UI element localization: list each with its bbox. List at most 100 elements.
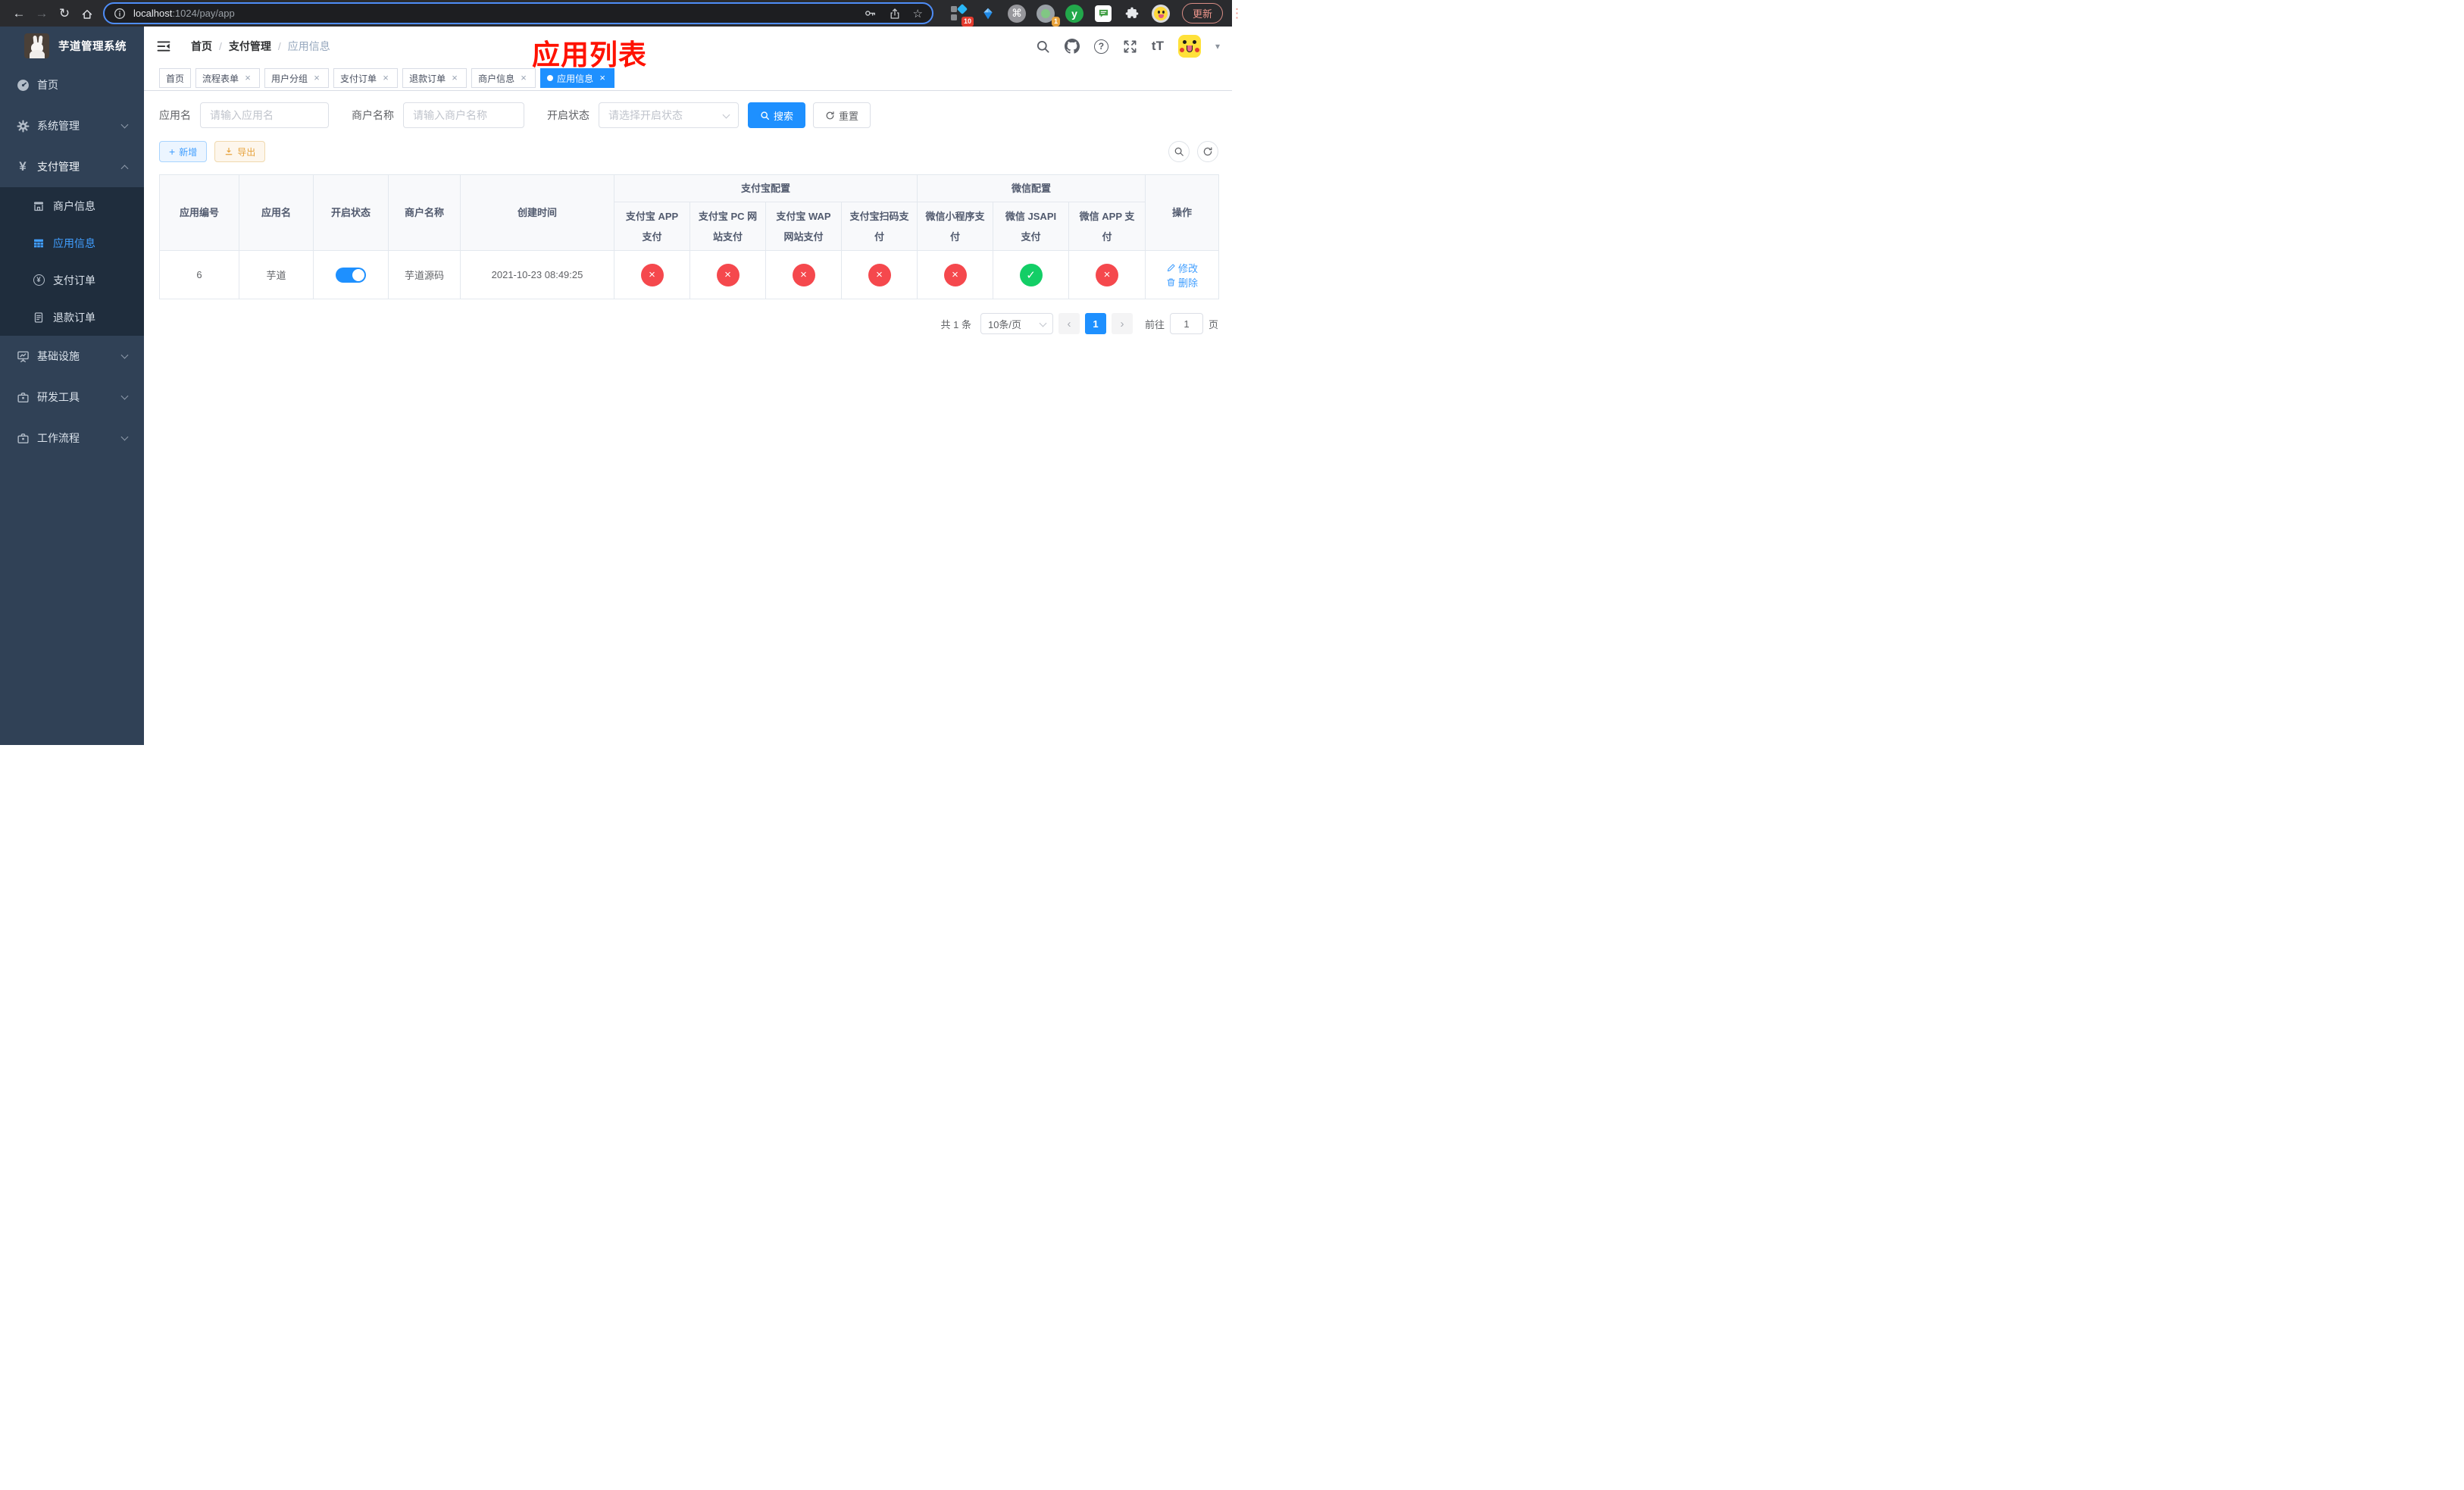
app-logo: 芋道管理系统 <box>0 27 144 64</box>
prev-page-button[interactable]: ‹ <box>1058 313 1080 335</box>
yen-icon: ¥ <box>19 159 27 174</box>
enabled-toggle[interactable] <box>336 267 366 283</box>
plus-icon: + <box>169 146 176 158</box>
avatar-caret-icon[interactable]: ▾ <box>1215 41 1220 52</box>
edit-link[interactable]: 修改 <box>1166 261 1198 275</box>
delete-link[interactable]: 删除 <box>1166 275 1198 290</box>
profile-emoji-icon[interactable] <box>1152 4 1170 23</box>
chevron-down-icon <box>120 392 129 399</box>
storefront-icon <box>32 200 45 212</box>
breadcrumb-home[interactable]: 首页 <box>191 39 212 54</box>
sidebar-item-infrastructure[interactable]: 基础设施 <box>0 336 144 377</box>
sidebar-item-home[interactable]: 首页 <box>0 64 144 105</box>
font-size-icon[interactable]: tT <box>1152 39 1164 54</box>
recorder-extension-icon[interactable]: 1 <box>1037 4 1060 27</box>
puzzle-extensions-icon[interactable] <box>1123 5 1141 23</box>
help-icon[interactable]: ? <box>1093 39 1108 54</box>
sidebar-item-pay-order[interactable]: ¥ 支付订单 <box>0 261 144 299</box>
command-extension-icon[interactable]: ⌘ <box>1008 4 1026 23</box>
chrome-menu-icon[interactable]: ⋮ <box>1230 6 1243 21</box>
tab-close-icon[interactable]: × <box>449 73 460 83</box>
tab-close-icon[interactable]: × <box>311 73 322 83</box>
merchant-name-label: 商户名称 <box>352 109 394 121</box>
fullscreen-icon[interactable] <box>1123 39 1137 54</box>
wechat-app-status-icon: × <box>1096 263 1119 286</box>
chevron-down-icon <box>1039 319 1047 327</box>
github-icon[interactable] <box>1064 39 1080 54</box>
tab-close-icon[interactable]: × <box>597 73 608 83</box>
browser-back-icon[interactable]: ← <box>8 0 30 27</box>
refresh-table-button[interactable] <box>1197 141 1218 162</box>
tab-close-icon[interactable]: × <box>242 73 253 83</box>
tab-pay-order[interactable]: 支付订单 × <box>333 68 399 88</box>
chrome-update-button[interactable]: 更新 <box>1182 3 1224 23</box>
tab-merchant-info[interactable]: 商户信息 × <box>471 68 536 88</box>
main-area: 首页 / 支付管理 / 应用信息 ? tT ▾ 应用列表 首页 流程表单 × 用… <box>144 27 1232 745</box>
breadcrumb-payment[interactable]: 支付管理 <box>229 39 271 54</box>
browser-home-icon[interactable] <box>76 0 98 27</box>
browser-forward-icon[interactable]: → <box>30 0 53 27</box>
search-button[interactable]: 搜索 <box>748 102 806 128</box>
browser-toolbar: ← → ↻ localhost:1024/pay/app ☆ 10 ⌘ 1 y … <box>0 0 1243 27</box>
breadcrumb-separator: / <box>219 40 222 52</box>
goto-page-input[interactable] <box>1169 313 1203 335</box>
navbar-actions: ? tT ▾ <box>1036 35 1220 58</box>
chat-extension-icon[interactable] <box>1094 5 1112 23</box>
status-label: 开启状态 <box>547 109 589 121</box>
alipay-wap-status-icon: × <box>792 263 815 286</box>
merchant-name-input[interactable] <box>403 102 524 128</box>
site-info-icon[interactable] <box>114 8 126 20</box>
browser-reload-icon[interactable]: ↻ <box>53 0 76 27</box>
col-alipay-qr: 支付宝扫码支付 <box>840 202 918 252</box>
password-key-icon[interactable] <box>864 7 877 20</box>
yuque-extension-icon[interactable]: y <box>1065 4 1083 23</box>
sidebar-item-label: 首页 <box>37 79 58 91</box>
share-icon[interactable] <box>889 8 901 20</box>
cell-merchant-name: 芋道源码 <box>388 250 461 300</box>
sidebar-item-label: 支付订单 <box>53 274 95 286</box>
user-avatar[interactable] <box>1177 35 1201 58</box>
extensions-area: 10 ⌘ 1 y <box>950 3 1170 27</box>
export-button[interactable]: 导出 <box>214 141 266 162</box>
sidebar-item-system[interactable]: 系统管理 <box>0 105 144 146</box>
yen-circle-icon: ¥ <box>32 274 45 286</box>
add-button[interactable]: + 新增 <box>159 141 208 162</box>
sidebar-item-merchant-info[interactable]: 商户信息 <box>0 187 144 224</box>
status-select-placeholder: 请选择开启状态 <box>608 109 683 121</box>
tab-home[interactable]: 首页 <box>159 68 192 88</box>
sidebar-item-label: 商户信息 <box>53 199 95 212</box>
search-icon[interactable] <box>1036 39 1050 54</box>
tab-close-icon[interactable]: × <box>380 73 391 83</box>
col-wechat-mini: 微信小程序支付 <box>917 202 994 252</box>
sidebar-collapse-icon[interactable] <box>156 39 171 54</box>
tab-close-icon[interactable]: × <box>518 73 529 83</box>
sidebar-item-dev-tools[interactable]: 研发工具 <box>0 377 144 418</box>
app-name-label: 应用名 <box>159 109 191 121</box>
address-bar[interactable]: localhost:1024/pay/app ☆ <box>103 2 933 24</box>
reset-button[interactable]: 重置 <box>813 102 871 128</box>
sidebar-item-payment[interactable]: ¥ 支付管理 <box>0 146 144 187</box>
next-page-button[interactable]: › <box>1111 313 1133 335</box>
sidebar-item-refund-order[interactable]: 退款订单 <box>0 299 144 336</box>
grid-extension-icon[interactable]: 10 <box>950 3 974 27</box>
status-select[interactable]: 请选择开启状态 <box>599 102 739 128</box>
sidebar-item-label: 基础设施 <box>37 350 80 362</box>
col-group-wechat: 微信配置 <box>917 174 1146 203</box>
toggle-search-button[interactable] <box>1168 141 1190 162</box>
tab-refund-order[interactable]: 退款订单 × <box>402 68 467 88</box>
col-actions: 操作 <box>1145 174 1220 252</box>
bookmark-star-icon[interactable]: ☆ <box>913 7 923 20</box>
sidebar-item-label: 研发工具 <box>37 391 80 403</box>
col-wechat-app: 微信 APP 支付 <box>1068 202 1146 252</box>
col-alipay-pc: 支付宝 PC 网站支付 <box>689 202 766 252</box>
alipay-qr-status-icon: × <box>868 263 891 286</box>
sidebar-item-app-info[interactable]: 应用信息 <box>0 224 144 261</box>
app-name-input[interactable] <box>200 102 329 128</box>
tab-process-form[interactable]: 流程表单 × <box>195 68 261 88</box>
gem-extension-icon[interactable] <box>979 5 997 23</box>
page-size-select[interactable]: 10条/页 <box>980 313 1053 335</box>
tab-user-group[interactable]: 用户分组 × <box>264 68 330 88</box>
page-1-button[interactable]: 1 <box>1084 313 1106 335</box>
sidebar-item-workflow[interactable]: 工作流程 <box>0 418 144 459</box>
page-content: 应用名 商户名称 开启状态 请选择开启状态 搜索 重置 <box>144 91 1232 335</box>
